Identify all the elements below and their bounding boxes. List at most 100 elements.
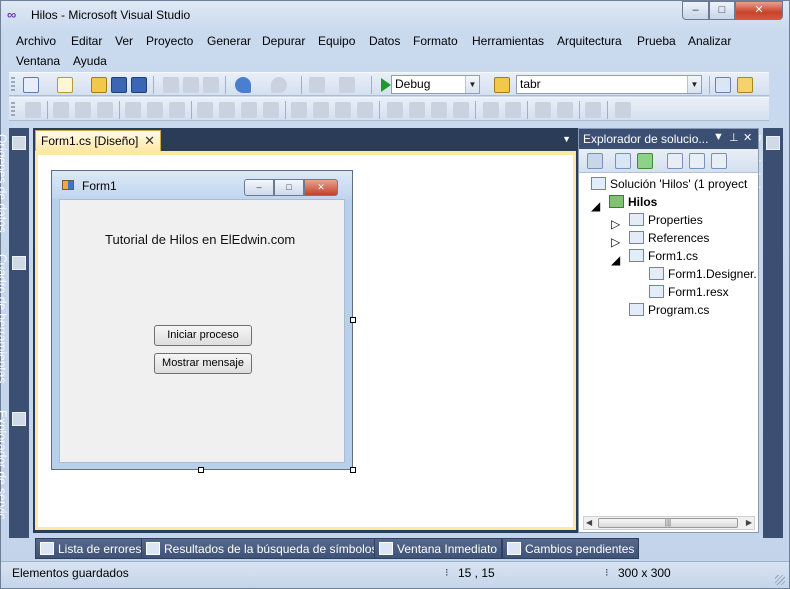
make-same-height-icon[interactable] xyxy=(219,102,235,118)
refresh-icon[interactable] xyxy=(637,153,653,169)
menu-prueba[interactable]: Prueba xyxy=(637,34,676,48)
resize-handle-right[interactable] xyxy=(350,317,356,323)
panel-dropdown-icon[interactable]: ▼ xyxy=(713,131,724,143)
undo-icon[interactable] xyxy=(235,77,251,93)
maximize-button[interactable]: □ xyxy=(709,1,735,20)
panel-close-icon[interactable]: ✕ xyxy=(743,131,752,144)
vertical-spacing-equal-icon[interactable] xyxy=(387,102,403,118)
find-combo[interactable]: tabr ▼ xyxy=(516,75,702,94)
show-all-files-icon[interactable] xyxy=(615,153,631,169)
align-middles-icon[interactable] xyxy=(147,102,163,118)
menu-herramientas[interactable]: Herramientas xyxy=(472,34,544,48)
scroll-right-icon[interactable]: ▶ xyxy=(746,517,752,529)
send-to-back-icon[interactable] xyxy=(557,102,573,118)
tab-order-icon[interactable] xyxy=(585,102,601,118)
tree-node-project-hilos[interactable]: Hilos xyxy=(609,195,657,209)
tree-node-form1-cs[interactable]: Form1.cs xyxy=(629,249,698,263)
properties-window-icon[interactable] xyxy=(737,77,753,93)
dock-tab-data-sources[interactable]: Orígenes de datos xyxy=(0,132,29,233)
tab-pending-changes[interactable]: Cambios pendientes xyxy=(502,538,640,559)
expand-arrow-icon[interactable]: ▷ xyxy=(611,217,620,231)
tree-node-solution[interactable]: Solución 'Hilos' (1 proyect xyxy=(591,177,747,191)
make-same-size-icon[interactable] xyxy=(241,102,257,118)
increase-horizontal-spacing-icon[interactable] xyxy=(313,102,329,118)
align-bottoms-icon[interactable] xyxy=(169,102,185,118)
minimize-button[interactable]: – xyxy=(682,1,709,20)
menu-analizar[interactable]: Analizar xyxy=(688,34,731,48)
start-debugging-icon[interactable] xyxy=(381,78,391,92)
navigate-forward-icon[interactable] xyxy=(339,77,355,93)
size-to-grid-icon[interactable] xyxy=(263,102,279,118)
tab-immediate-window[interactable]: Ventana Inmediato xyxy=(374,538,503,559)
horizontal-spacing-equal-icon[interactable] xyxy=(291,102,307,118)
menu-proyecto[interactable]: Proyecto xyxy=(146,34,193,48)
start-process-button[interactable]: Iniciar proceso xyxy=(154,325,252,346)
toolbar-grip[interactable] xyxy=(11,102,15,118)
expand-arrow-icon[interactable]: ▷ xyxy=(611,235,620,249)
show-message-button[interactable]: Mostrar mensaje xyxy=(154,353,252,374)
resize-handle-corner[interactable] xyxy=(350,467,356,473)
solution-explorer-icon[interactable] xyxy=(715,77,731,93)
align-lefts-icon[interactable] xyxy=(53,102,69,118)
collapse-arrow-icon[interactable]: ◢ xyxy=(591,199,600,213)
align-tops-icon[interactable] xyxy=(125,102,141,118)
remove-vertical-spacing-icon[interactable] xyxy=(453,102,469,118)
tree-node-program-cs[interactable]: Program.cs xyxy=(629,303,709,317)
menu-ayuda[interactable]: Ayuda xyxy=(73,54,107,68)
center-vertically-icon[interactable] xyxy=(505,102,521,118)
make-same-width-icon[interactable] xyxy=(197,102,213,118)
navigate-backward-icon[interactable] xyxy=(309,77,325,93)
tab-error-list[interactable]: Lista de errores xyxy=(35,538,147,559)
menu-equipo[interactable]: Equipo xyxy=(318,34,355,48)
menu-archivo[interactable]: Archivo xyxy=(16,34,56,48)
menu-arquitectura[interactable]: Arquitectura xyxy=(557,34,622,48)
toolbar-grip[interactable] xyxy=(11,77,15,93)
horizontal-scrollbar[interactable]: ◀ ||| ▶ xyxy=(583,516,755,530)
add-item-icon[interactable] xyxy=(57,77,73,93)
dock-tab-toolbox[interactable]: Cuadro de herramientas xyxy=(0,252,29,383)
bring-to-front-icon[interactable] xyxy=(535,102,551,118)
designed-form[interactable]: Form1 – □ ✕ Tutorial de Hilos en ElEdwin… xyxy=(51,170,353,470)
properties-icon[interactable] xyxy=(587,153,603,169)
increase-vertical-spacing-icon[interactable] xyxy=(409,102,425,118)
view-code-icon[interactable] xyxy=(667,153,683,169)
decrease-horizontal-spacing-icon[interactable] xyxy=(335,102,351,118)
menu-formato[interactable]: Formato xyxy=(413,34,458,48)
dock-tab-server-explorer[interactable]: Explorador de servic xyxy=(0,408,29,519)
align-rights-icon[interactable] xyxy=(97,102,113,118)
menu-editar[interactable]: Editar xyxy=(71,34,102,48)
find-in-files-icon[interactable] xyxy=(494,77,510,93)
resize-handle-bottom[interactable] xyxy=(198,467,204,473)
tab-form1-design[interactable]: Form1.cs [Diseño] ✕ xyxy=(35,130,161,151)
decrease-vertical-spacing-icon[interactable] xyxy=(431,102,447,118)
tree-node-properties[interactable]: Properties xyxy=(629,213,703,227)
menu-ver[interactable]: Ver xyxy=(115,34,133,48)
tree-node-form1-resx[interactable]: Form1.resx xyxy=(649,285,729,299)
tree-node-references[interactable]: References xyxy=(629,231,709,245)
view-designer-icon[interactable] xyxy=(689,153,705,169)
resize-grip-icon[interactable] xyxy=(775,575,785,585)
tab-find-symbol-results[interactable]: Resultados de la búsqueda de símbolos xyxy=(141,538,383,559)
new-project-icon[interactable] xyxy=(23,77,39,93)
save-icon[interactable] xyxy=(111,77,127,93)
menu-datos[interactable]: Datos xyxy=(369,34,400,48)
align-to-grid-icon[interactable] xyxy=(25,102,41,118)
menu-generar[interactable]: Generar xyxy=(207,34,251,48)
center-horizontally-icon[interactable] xyxy=(483,102,499,118)
paste-icon[interactable] xyxy=(203,77,219,93)
menu-depurar[interactable]: Depurar xyxy=(262,34,305,48)
cut-icon[interactable] xyxy=(163,77,179,93)
menu-ventana[interactable]: Ventana xyxy=(16,54,60,68)
align-centers-icon[interactable] xyxy=(75,102,91,118)
open-folder-icon[interactable] xyxy=(91,77,107,93)
save-all-icon[interactable] xyxy=(131,77,147,93)
scroll-left-icon[interactable]: ◀ xyxy=(586,517,592,529)
lock-controls-icon[interactable] xyxy=(615,102,631,118)
close-button[interactable]: ✕ xyxy=(735,1,783,20)
form-client-area[interactable]: Tutorial de Hilos en ElEdwin.com Iniciar… xyxy=(59,199,345,463)
close-tab-icon[interactable]: ✕ xyxy=(144,133,155,149)
remove-horizontal-spacing-icon[interactable] xyxy=(357,102,373,118)
collapse-arrow-icon[interactable]: ◢ xyxy=(611,253,620,267)
copy-icon[interactable] xyxy=(183,77,199,93)
form-label[interactable]: Tutorial de Hilos en ElEdwin.com xyxy=(105,232,295,247)
